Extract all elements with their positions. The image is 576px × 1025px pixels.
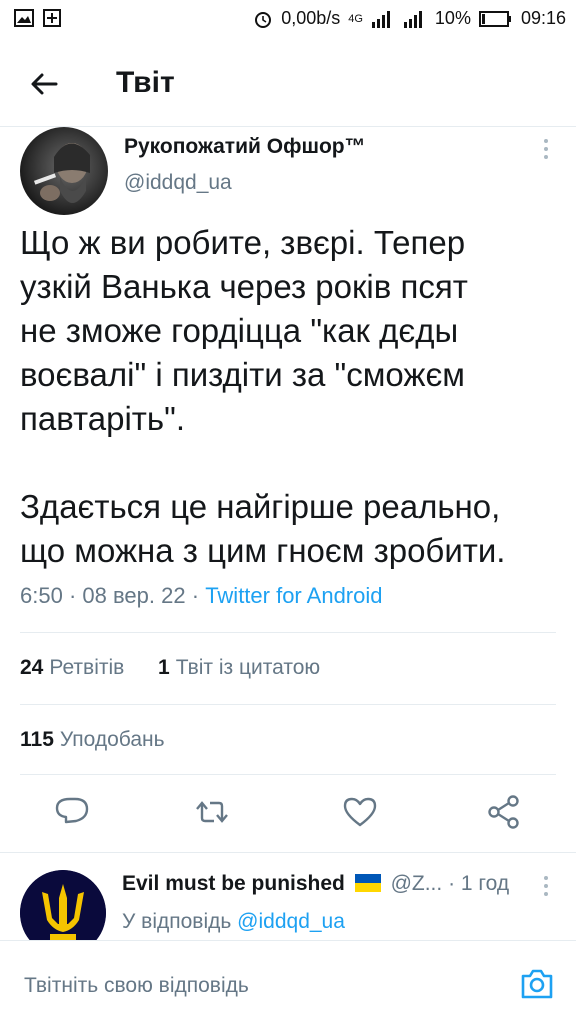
avatar[interactable] bbox=[20, 127, 108, 215]
ukraine-flag-icon bbox=[354, 874, 381, 892]
avatar-photo bbox=[33, 143, 90, 203]
share-icon[interactable] bbox=[484, 792, 524, 832]
network-type: 4G bbox=[348, 12, 363, 25]
more-options-icon[interactable] bbox=[540, 137, 552, 161]
reply-author-handle[interactable]: @Z... bbox=[391, 872, 443, 895]
reply-author-name[interactable]: Evil must be punished bbox=[122, 872, 345, 895]
camera-icon[interactable] bbox=[518, 965, 556, 1003]
divider bbox=[20, 632, 556, 633]
status-right: 0,00b/s 4G 10% 09:16 bbox=[253, 8, 566, 29]
tweet-meta: 6:50 · 08 вер. 22 · Twitter for Android bbox=[20, 583, 383, 609]
arrow-left-icon[interactable] bbox=[24, 64, 64, 104]
meta-separator: · bbox=[68, 583, 83, 608]
quotes-count: 1 bbox=[158, 656, 170, 679]
tweet-source-link[interactable]: Twitter for Android bbox=[205, 583, 382, 608]
likes-label: Уподобань bbox=[59, 728, 165, 751]
signal-icon bbox=[371, 10, 390, 28]
reply-time: 1 год bbox=[460, 872, 510, 895]
divider bbox=[20, 704, 556, 705]
replying-to-mention[interactable]: @iddqd_ua bbox=[237, 910, 345, 933]
reply-input[interactable] bbox=[22, 967, 496, 1005]
likes-stats[interactable]: 115 Уподобань bbox=[20, 728, 165, 752]
tweet-date: 08 вер. 22 bbox=[82, 583, 186, 608]
image-notification-icon bbox=[14, 9, 34, 27]
status-bar: 0,00b/s 4G 10% 09:16 bbox=[0, 0, 576, 38]
meta-separator: · bbox=[191, 583, 206, 608]
status-left-icons bbox=[14, 8, 62, 28]
author-name[interactable]: Рукопожатий Офшор™ bbox=[124, 135, 366, 159]
tweet-time: 6:50 bbox=[20, 583, 63, 608]
retweets-count: 24 bbox=[20, 656, 44, 679]
replying-to-label: У відповідь bbox=[122, 910, 232, 933]
battery-icon bbox=[478, 10, 511, 27]
add-box-icon bbox=[43, 9, 61, 27]
battery-percent: 10% bbox=[434, 8, 471, 28]
retweet-stats[interactable]: 24 Ретвітів 1 Твіт із цитатою bbox=[20, 656, 320, 680]
reply-composer bbox=[0, 940, 576, 1025]
divider bbox=[20, 774, 556, 775]
reply-header: Evil must be punished @Z... · 1 год bbox=[122, 872, 509, 896]
likes-count: 115 bbox=[20, 728, 54, 751]
retweet-icon[interactable] bbox=[192, 792, 232, 832]
replying-to: У відповідь @iddqd_ua bbox=[122, 910, 345, 934]
alarm-icon bbox=[255, 11, 272, 28]
reply-icon[interactable] bbox=[52, 792, 92, 832]
author-handle[interactable]: @iddqd_ua bbox=[124, 171, 232, 195]
signal-icon-2 bbox=[403, 10, 422, 28]
quotes-label[interactable]: Твіт із цитатою bbox=[176, 656, 320, 679]
meta-separator: · bbox=[448, 872, 461, 895]
top-app-bar: Твіт bbox=[0, 40, 576, 127]
tweet-text: Що ж ви робите, звєрі. Тепер узкій Ваньк… bbox=[20, 224, 506, 569]
reply-more-options-icon[interactable] bbox=[540, 874, 552, 898]
page-title: Твіт bbox=[116, 66, 175, 99]
like-icon[interactable] bbox=[340, 792, 380, 832]
retweets-label: Ретвітів bbox=[49, 656, 125, 679]
tweet-actions bbox=[0, 792, 576, 836]
section-divider bbox=[0, 852, 576, 853]
network-speed: 0,00b/s bbox=[281, 8, 341, 28]
clock: 09:16 bbox=[520, 8, 566, 28]
